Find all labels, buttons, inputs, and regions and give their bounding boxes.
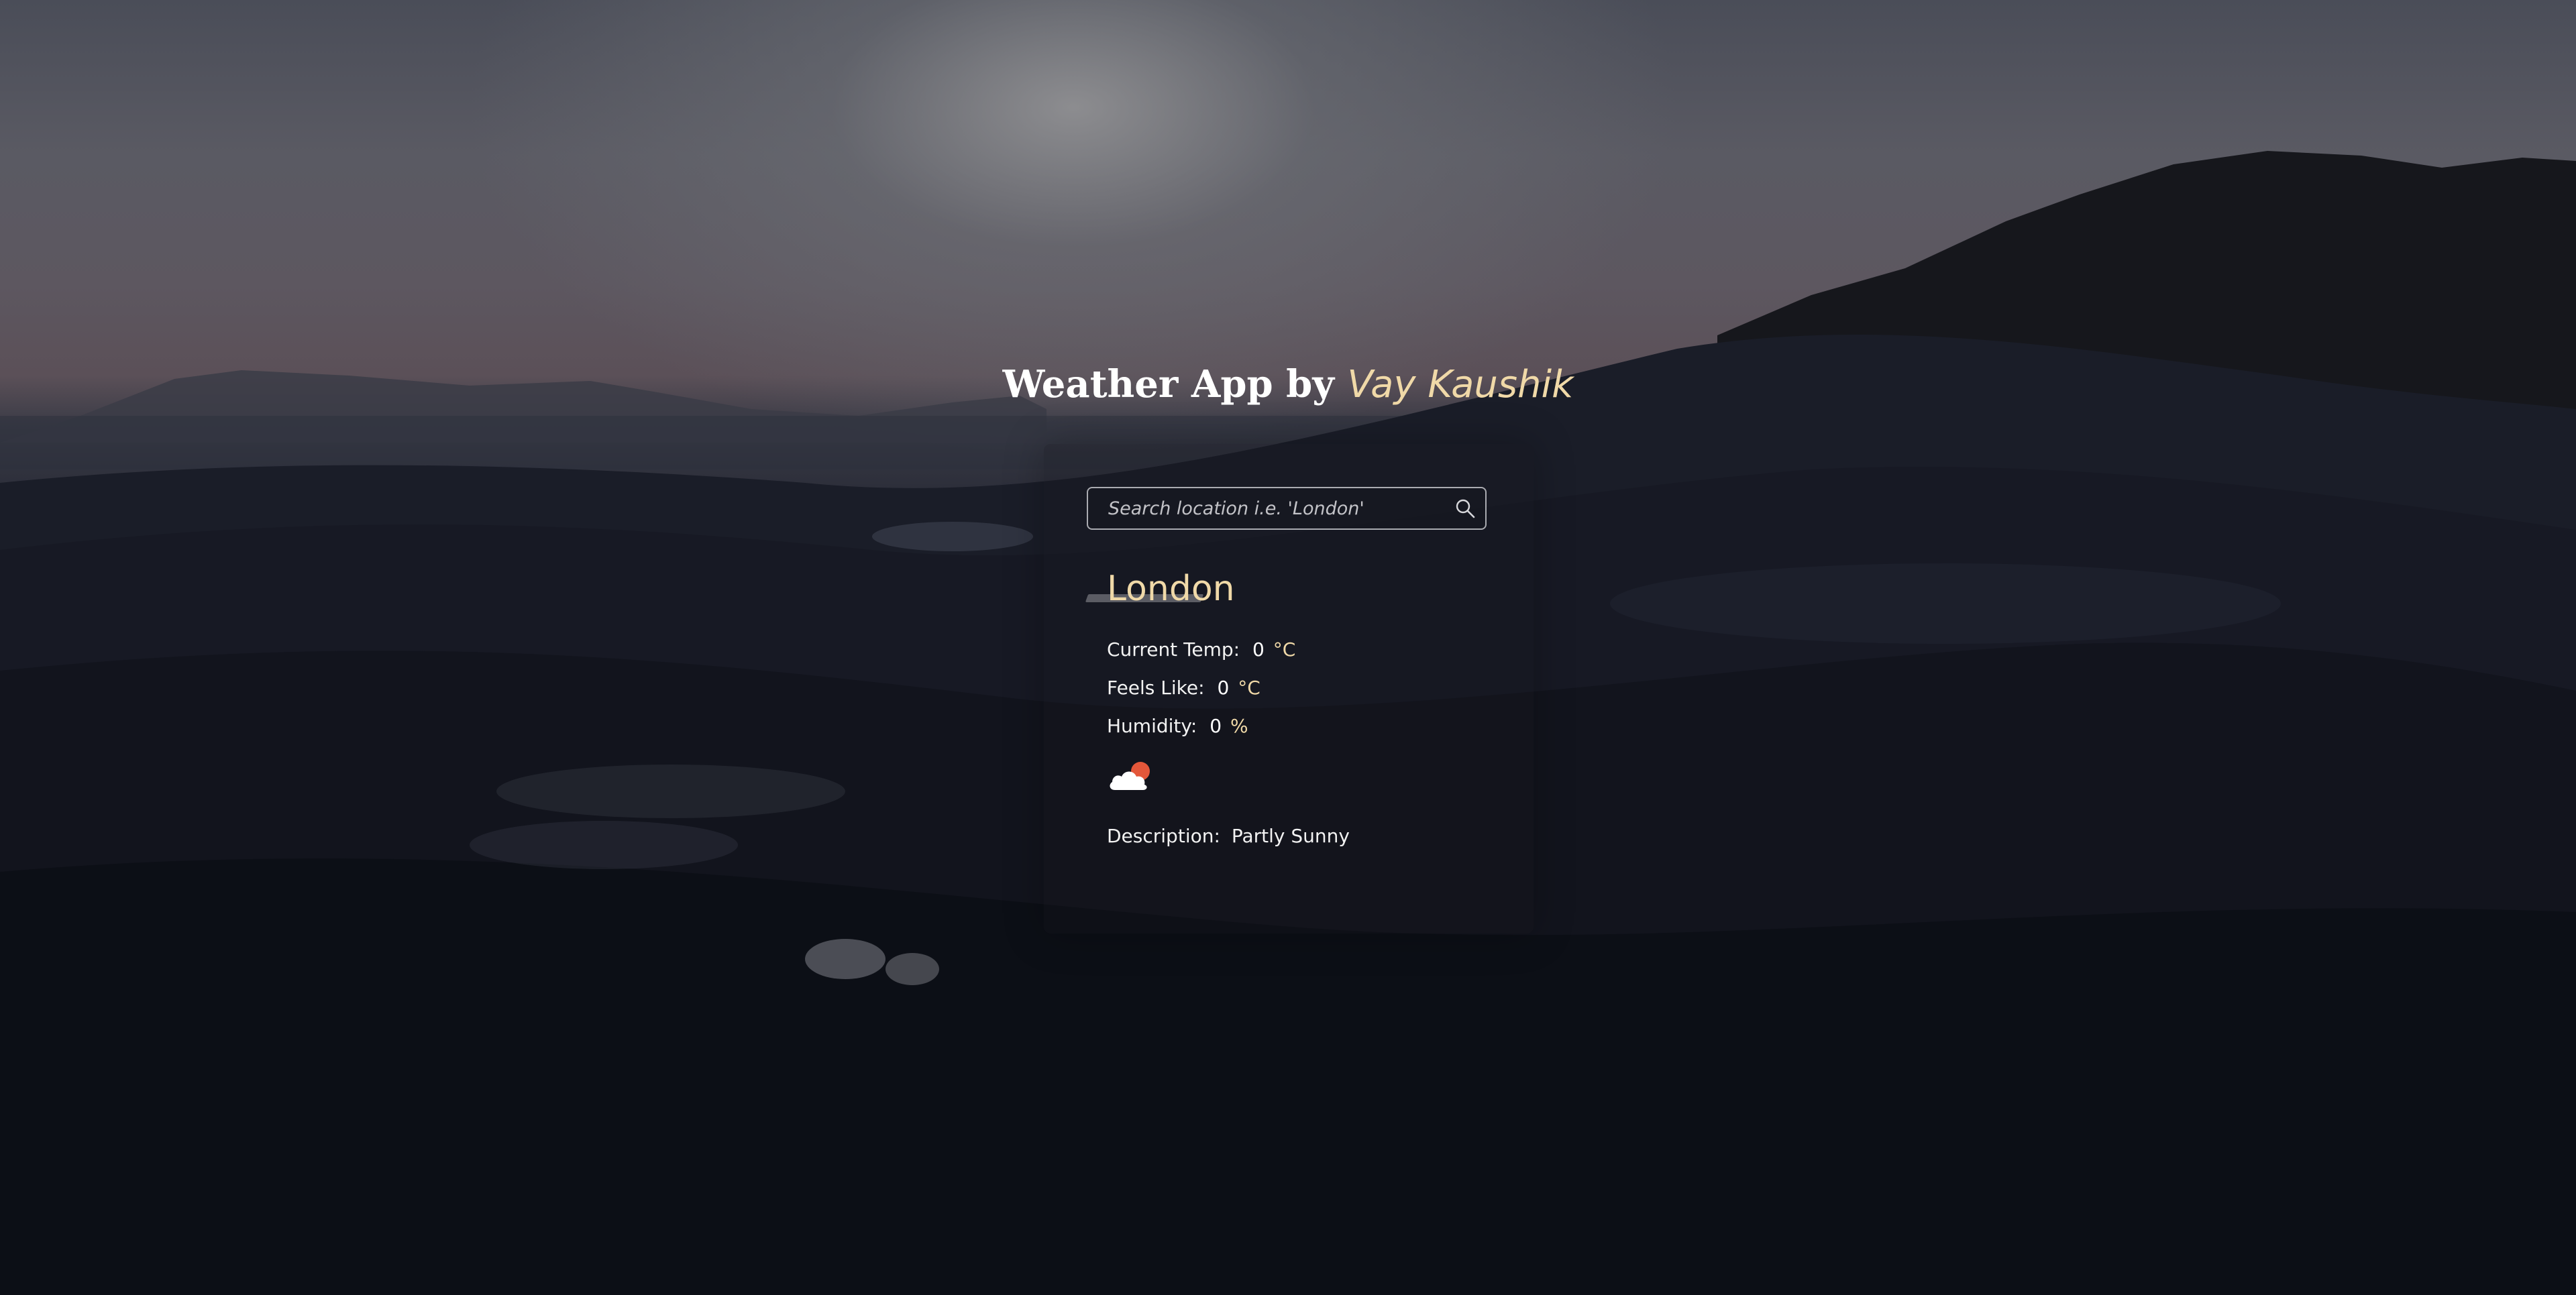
humidity-label: Humidity:: [1107, 715, 1197, 737]
title-author: Vay Kaushik: [1347, 363, 1574, 406]
current-temp-label: Current Temp:: [1107, 638, 1240, 661]
humidity-value: 0: [1210, 715, 1222, 737]
feels-like-row: Feels Like: 0 °C: [1107, 677, 1260, 699]
current-temp-unit: °C: [1273, 638, 1296, 661]
search-input[interactable]: [1088, 488, 1437, 528]
search-icon[interactable]: [1454, 498, 1476, 519]
partly-sunny-icon: [1107, 759, 1154, 797]
search-box: [1087, 487, 1487, 530]
feels-like-unit: °C: [1238, 677, 1260, 699]
current-temp-row: Current Temp: 0 °C: [1107, 638, 1295, 661]
humidity-row: Humidity: 0 %: [1107, 715, 1248, 737]
description-label: Description:: [1107, 825, 1220, 847]
humidity-unit: %: [1230, 715, 1248, 737]
city-name: London: [1107, 569, 1235, 609]
description-value: Partly Sunny: [1231, 825, 1350, 847]
page-title: Weather App by Vay Kaushik: [0, 362, 2576, 406]
feels-like-label: Feels Like:: [1107, 677, 1205, 699]
title-main: Weather App by: [1002, 362, 1334, 406]
description-row: Description: Partly Sunny: [1107, 825, 1350, 847]
weather-card: London Current Temp: 0 °C Feels Like: 0 …: [1044, 444, 1534, 934]
current-temp-value: 0: [1252, 638, 1265, 661]
feels-like-value: 0: [1217, 677, 1230, 699]
